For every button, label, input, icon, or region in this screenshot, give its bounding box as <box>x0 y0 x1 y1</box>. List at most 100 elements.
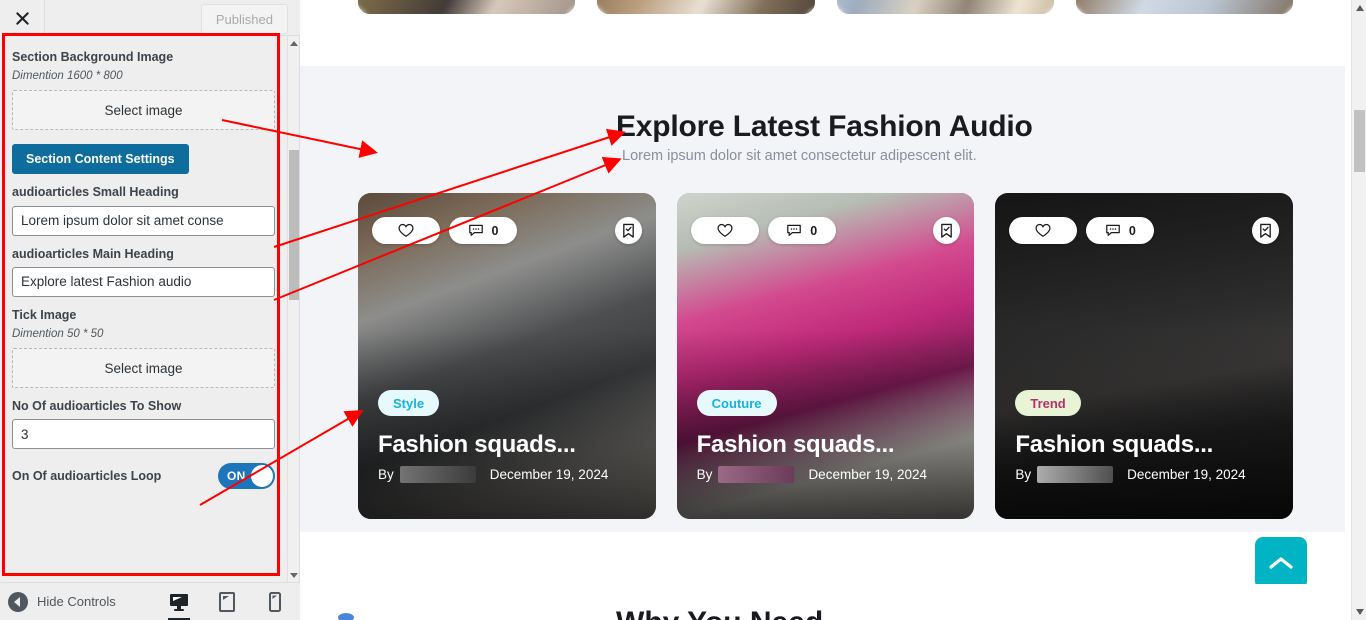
card-action-bar: 0 <box>1009 217 1280 244</box>
articles-loop-toggle[interactable]: ON <box>218 463 275 490</box>
comment-bubble-icon <box>468 224 483 236</box>
mobile-glyph <box>268 591 281 612</box>
next-section-marker <box>338 613 354 620</box>
browser-scrollbar[interactable] <box>1351 0 1366 620</box>
comment-button[interactable]: 0 <box>767 217 836 244</box>
bookmark-check-icon[interactable] <box>1252 217 1280 244</box>
label-section-background-image: Section Background Image <box>12 50 174 64</box>
collapse-arrow-icon <box>8 591 28 612</box>
label-tick-image: Tick Image <box>12 307 77 322</box>
select-image-button-tick[interactable]: Select image <box>12 348 275 388</box>
card-author-redacted <box>718 466 795 483</box>
triangle-down-glyph <box>290 572 298 578</box>
card-category-tag[interactable]: Style <box>378 390 440 416</box>
customizer-header: Published <box>0 0 300 36</box>
customizer-control-panel: Section Background Image Dimention 1600 … <box>0 36 288 582</box>
next-section-peek: Why You Need... <box>300 584 1345 620</box>
site-preview: Explore Latest Fashion Audio Lorem ipsum… <box>300 0 1351 620</box>
card-author-redacted <box>1037 466 1114 483</box>
label-articles-count: No Of audioarticles To Show <box>12 399 182 413</box>
articles-count-input[interactable] <box>12 419 275 450</box>
previous-section-card-strip <box>300 0 1351 14</box>
select-image-button-background[interactable]: Select image <box>12 90 275 131</box>
article-card[interactable]: 0 Style Fashion squads... By December 19… <box>358 193 656 519</box>
card-by-label: By <box>1015 467 1032 482</box>
tablet-glyph <box>218 591 235 612</box>
customizer-scrollbar-thumb[interactable] <box>289 150 299 300</box>
card-category-tag[interactable]: Trend <box>1015 390 1081 416</box>
hint-tick-dimension: Dimention 50 * 50 <box>12 328 104 340</box>
like-button[interactable] <box>1009 217 1078 244</box>
main-heading-input[interactable] <box>12 266 275 297</box>
like-button[interactable] <box>690 217 759 244</box>
label-main-heading: audioarticles Main Heading <box>12 246 174 261</box>
desktop-glyph <box>169 593 188 611</box>
triangle-up-glyph <box>290 40 298 46</box>
card-by-label: By <box>378 467 394 482</box>
top-card-4[interactable] <box>1075 0 1293 14</box>
loop-toggle-row: On Of audioarticles Loop ON <box>12 463 275 490</box>
browser-scrollbar-thumb[interactable] <box>1354 110 1365 172</box>
customizer-screen: Published Section Background Image Dimen… <box>0 0 1366 620</box>
card-author-redacted <box>399 466 476 483</box>
label-small-heading: audioarticles Small Heading <box>12 185 179 200</box>
customizer-scrollbar[interactable] <box>287 36 299 582</box>
card-by-label: By <box>696 467 713 482</box>
bookmark-glyph <box>941 223 953 238</box>
card-meta: By December 19, 2024 <box>697 466 927 483</box>
heart-icon <box>398 223 414 238</box>
card-category-tag[interactable]: Couture <box>696 390 777 416</box>
customizer-sidebar: Published Section Background Image Dimen… <box>0 0 300 620</box>
card-gradient-overlay <box>995 329 1294 519</box>
triangle-down-glyph <box>1355 609 1364 615</box>
top-card-3[interactable] <box>836 0 1054 14</box>
desktop-preview-icon[interactable] <box>166 587 192 620</box>
label-articles-loop: On Of audioarticles Loop <box>12 469 162 484</box>
scroll-to-top-button[interactable] <box>1255 537 1307 589</box>
tablet-preview-icon[interactable] <box>214 587 240 617</box>
triangle-up-glyph <box>1355 5 1364 11</box>
browser-scroll-down-icon[interactable] <box>1352 604 1366 620</box>
card-gradient-overlay <box>358 329 656 519</box>
card-date: December 19, 2024 <box>1127 467 1246 482</box>
card-gradient-overlay <box>676 329 975 519</box>
comment-button[interactable]: 0 <box>1086 217 1155 244</box>
triangle-left-glyph <box>14 596 20 607</box>
bookmark-glyph <box>622 223 634 238</box>
close-icon[interactable] <box>0 0 45 36</box>
scroll-down-arrow-icon[interactable] <box>288 568 300 582</box>
card-action-bar: 0 <box>372 217 642 244</box>
card-action-bar: 0 <box>690 217 961 244</box>
section-small-heading: Lorem ipsum dolor sit amet consectetur a… <box>622 148 977 164</box>
comment-count: 0 <box>491 223 499 238</box>
mobile-preview-icon[interactable] <box>262 587 288 617</box>
card-title[interactable]: Fashion squads... <box>378 431 576 459</box>
small-heading-input[interactable] <box>12 205 275 236</box>
article-card[interactable]: 0 Trend Fashion squads... By December 19… <box>995 193 1294 519</box>
comment-button[interactable]: 0 <box>449 217 517 244</box>
comment-bubble-icon <box>787 224 802 236</box>
card-title[interactable]: Fashion squads... <box>697 431 895 459</box>
card-date: December 19, 2024 <box>489 467 609 482</box>
bookmark-check-icon[interactable] <box>614 217 642 244</box>
card-title[interactable]: Fashion squads... <box>1015 431 1213 459</box>
chevron-up-icon <box>1269 556 1293 569</box>
comment-count: 0 <box>1128 223 1136 238</box>
toggle-state-label: ON <box>227 469 246 484</box>
browser-scroll-up-icon[interactable] <box>1352 0 1366 16</box>
heart-icon <box>1035 223 1051 238</box>
comment-bubble-icon <box>1106 224 1120 236</box>
bookmark-glyph <box>1260 223 1271 238</box>
scroll-up-arrow-icon[interactable] <box>288 36 300 50</box>
like-button[interactable] <box>372 217 440 244</box>
section-content-settings-button[interactable]: Section Content Settings <box>12 144 189 175</box>
section-main-heading: Explore Latest Fashion Audio <box>616 110 1033 143</box>
article-card[interactable]: 0 Couture Fashion squads... By December … <box>676 193 975 519</box>
top-card-1[interactable] <box>358 0 576 14</box>
bookmark-check-icon[interactable] <box>933 217 961 244</box>
top-card-2[interactable] <box>597 0 815 14</box>
customizer-footer: Hide Controls <box>0 582 300 620</box>
device-preview-switcher <box>166 587 288 620</box>
published-button[interactable]: Published <box>200 4 288 34</box>
hide-controls-button[interactable]: Hide Controls <box>8 591 116 612</box>
